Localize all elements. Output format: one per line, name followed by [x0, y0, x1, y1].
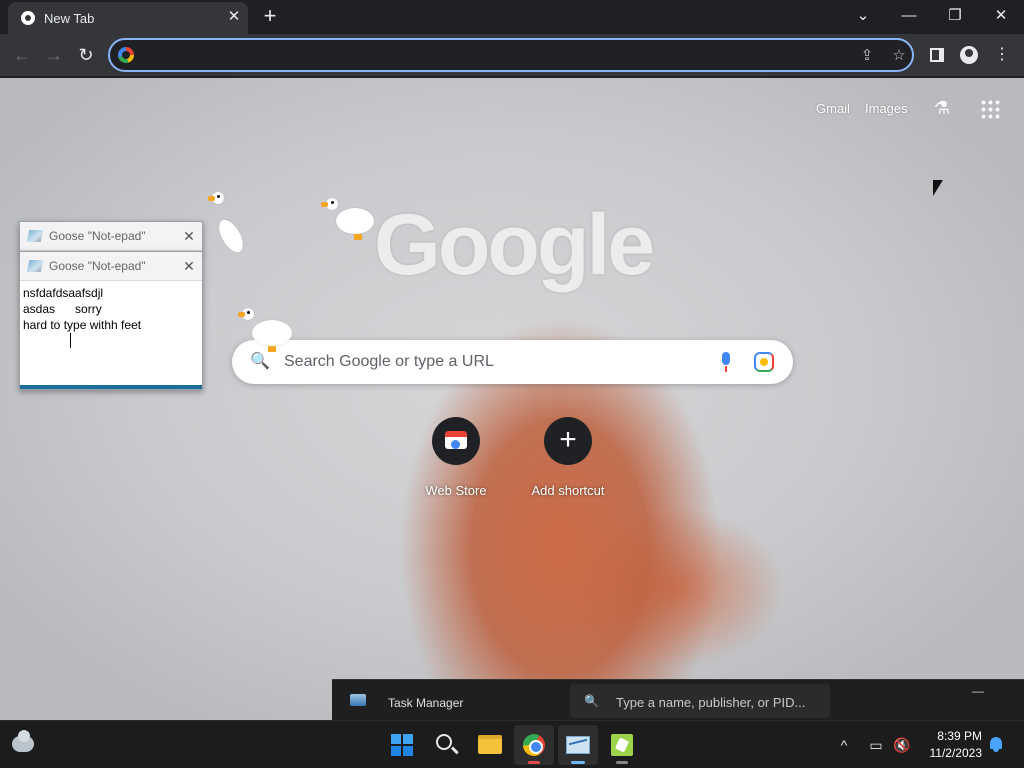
- taskbar-search-button[interactable]: [426, 725, 466, 765]
- notepad-title: Goose "Not-epad": [49, 259, 146, 273]
- share-icon[interactable]: ⇪: [856, 45, 878, 67]
- images-link[interactable]: Images: [865, 101, 908, 116]
- forward-button[interactable]: →: [41, 42, 67, 68]
- clock-time[interactable]: 8:39 PM: [926, 729, 982, 743]
- reload-button[interactable]: ↻: [73, 42, 99, 68]
- shortcut-label: Web Store: [425, 483, 487, 498]
- mouse-cursor-icon: [933, 180, 943, 196]
- notepad-icon: [26, 230, 44, 242]
- task-manager-search-input[interactable]: [616, 692, 826, 712]
- running-indicator: [616, 761, 628, 764]
- task-manager-minimize-button[interactable]: —: [972, 684, 984, 698]
- goose-sprite-icon: [206, 188, 254, 260]
- task-manager-taskbar-button[interactable]: [558, 725, 598, 765]
- browser-toolbar: ← → ↻ ⇪ ☆ ⋮: [0, 34, 1024, 77]
- minimize-button[interactable]: —: [886, 2, 932, 30]
- tab-close-icon[interactable]: ✕: [224, 7, 244, 27]
- desktop-goose-icon: [611, 734, 633, 756]
- windows-logo-icon: [391, 734, 413, 756]
- close-window-button[interactable]: ✕: [978, 2, 1024, 30]
- task-manager-icon: [350, 694, 366, 706]
- google-logo: Google: [374, 197, 655, 293]
- shortcut-web-store[interactable]: Web Store: [400, 414, 512, 498]
- bookmark-star-icon[interactable]: ☆: [888, 45, 910, 67]
- notepad-titlebar[interactable]: Goose "Not-epad" ✕: [20, 222, 202, 251]
- start-button[interactable]: [382, 725, 422, 765]
- side-panel-icon: [930, 48, 944, 62]
- chrome-menu-button[interactable]: ⋮: [989, 42, 1015, 68]
- desktop-goose-taskbar-button[interactable]: [602, 725, 642, 765]
- chrome-taskbar-button[interactable]: [514, 725, 554, 765]
- new-tab-page: Gmail Images ⚗ Google 🔍 Web Store + Add …: [0, 78, 1024, 720]
- clock-date[interactable]: 11/2/2023: [922, 746, 983, 760]
- notepad-text-area[interactable]: nsfdafdsaafsdjl asdas sorry hard to type…: [20, 281, 202, 385]
- folder-icon: [478, 735, 502, 754]
- tab-title: New Tab: [44, 11, 95, 26]
- task-manager-title: Task Manager: [388, 696, 464, 710]
- task-manager-search[interactable]: 🔍: [570, 684, 830, 718]
- side-panel-button[interactable]: [924, 42, 950, 68]
- google-apps-icon[interactable]: [980, 99, 1000, 119]
- notification-bell-icon[interactable]: [988, 735, 1004, 753]
- tab-search-dropdown-icon[interactable]: ⌄: [840, 2, 886, 30]
- notepad-close-icon[interactable]: ✕: [180, 257, 198, 275]
- tab-strip: New Tab ✕ + ⌄ — ❐ ✕: [0, 0, 1024, 34]
- back-button[interactable]: ←: [9, 42, 35, 68]
- ntp-search-box[interactable]: 🔍: [232, 340, 793, 384]
- weather-widget-icon[interactable]: [12, 730, 34, 752]
- windows-taskbar: ^ ▭ 🔇 8:39 PM 11/2/2023: [0, 720, 1024, 768]
- goose-notepad-window[interactable]: Goose "Not-epad" ✕: [19, 221, 203, 253]
- web-store-icon: [432, 417, 480, 465]
- new-tab-button[interactable]: +: [258, 5, 282, 29]
- goose-sprite-icon: [320, 196, 378, 244]
- text-caret: [70, 333, 71, 348]
- gmail-link[interactable]: Gmail: [816, 101, 850, 116]
- notepad-title: Goose "Not-epad": [49, 229, 146, 243]
- notepad-bottom-bar: [20, 385, 202, 389]
- voice-search-icon[interactable]: [720, 352, 732, 372]
- file-explorer-button[interactable]: [470, 725, 510, 765]
- search-labs-icon[interactable]: ⚗: [931, 98, 953, 120]
- task-manager-window[interactable]: Task Manager 🔍 —: [332, 679, 1024, 720]
- chrome-favicon-icon: [21, 11, 35, 25]
- ntp-search-input[interactable]: [284, 350, 704, 374]
- restore-button[interactable]: ❐: [932, 2, 978, 30]
- notepad-icon: [26, 260, 44, 272]
- google-g-icon: [118, 47, 134, 63]
- notepad-titlebar[interactable]: Goose "Not-epad" ✕: [20, 252, 202, 281]
- running-indicator: [571, 761, 585, 764]
- network-icon[interactable]: ▭: [866, 735, 886, 755]
- search-icon: [436, 734, 452, 750]
- plus-icon: +: [544, 417, 592, 465]
- tab-new-tab[interactable]: New Tab ✕: [8, 2, 248, 34]
- address-bar[interactable]: ⇪ ☆: [108, 38, 914, 72]
- goose-notepad-window[interactable]: Goose "Not-epad" ✕ nsfdafdsaafsdjl asdas…: [19, 251, 203, 390]
- profile-avatar-icon: [960, 46, 978, 64]
- profile-button[interactable]: [956, 42, 982, 68]
- notepad-text: nsfdafdsaafsdjl asdas sorry hard to type…: [23, 286, 142, 332]
- goose-sprite-icon: [238, 306, 298, 356]
- tray-overflow-chevron-icon[interactable]: ^: [834, 735, 854, 755]
- address-input[interactable]: [142, 44, 842, 66]
- shortcut-label: Add shortcut: [531, 483, 605, 498]
- shortcut-add[interactable]: + Add shortcut: [512, 414, 624, 498]
- search-icon: 🔍: [584, 694, 599, 708]
- running-indicator: [528, 761, 540, 764]
- chrome-icon: [523, 734, 545, 756]
- task-manager-icon: [566, 736, 590, 754]
- notepad-close-icon[interactable]: ✕: [180, 227, 198, 245]
- google-lens-icon[interactable]: [754, 352, 774, 372]
- volume-muted-icon[interactable]: 🔇: [892, 735, 912, 755]
